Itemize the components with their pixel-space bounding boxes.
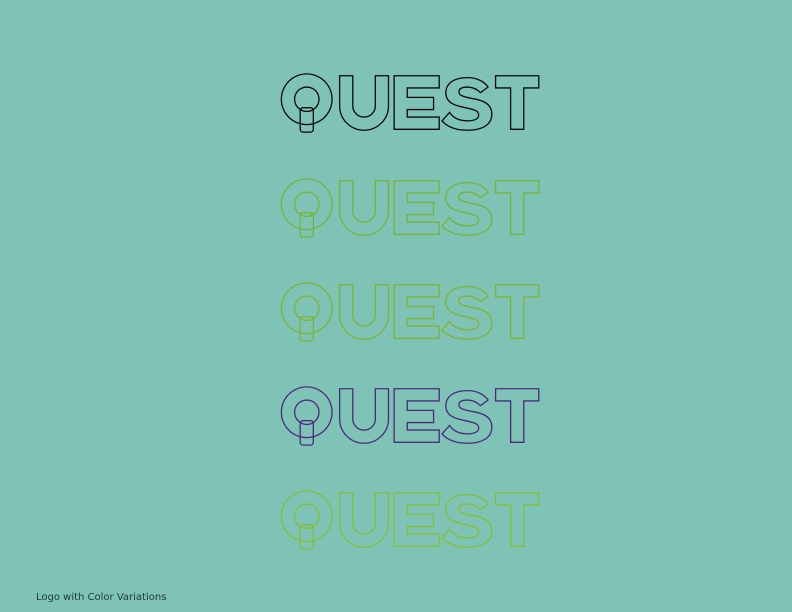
quest-wordmark-graphic xyxy=(280,282,540,342)
quest-wordmark-graphic xyxy=(280,178,540,238)
quest-logo-mauve-purple xyxy=(274,385,540,447)
quest-logo-black-outline xyxy=(274,72,540,134)
quest-logo-purple-green xyxy=(274,177,540,239)
quest-wordmark-graphic xyxy=(280,386,540,446)
quest-wordmark-graphic xyxy=(280,490,540,550)
quest-wordmark-graphic xyxy=(280,73,540,133)
caption: Logo with Color Variations xyxy=(36,592,167,603)
quest-logo-teal-green xyxy=(274,489,540,551)
quest-logo-green-mauve xyxy=(274,281,540,343)
